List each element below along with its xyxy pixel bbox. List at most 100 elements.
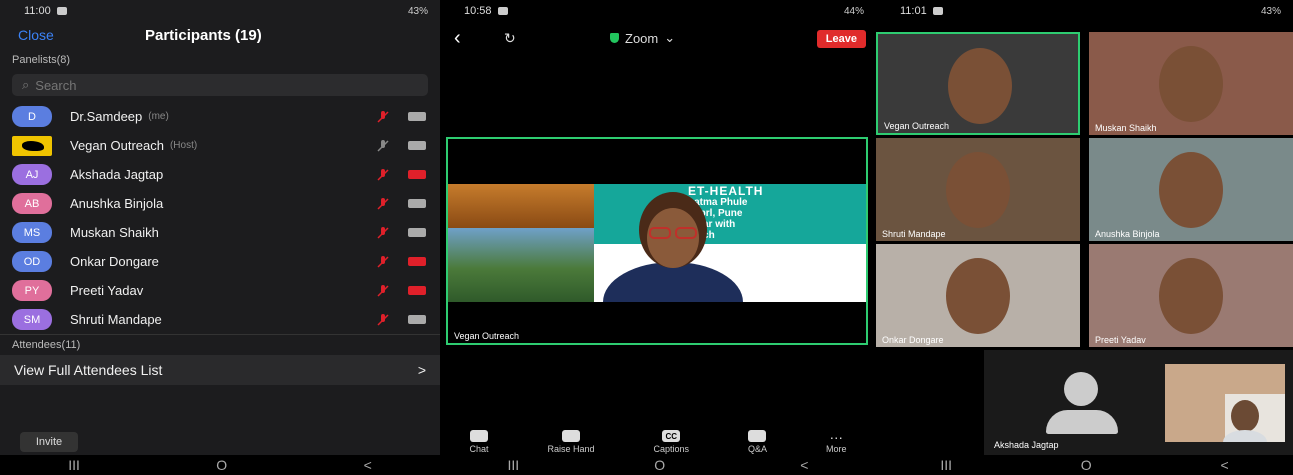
recent-apps-button[interactable]: III (940, 457, 952, 473)
toolbar-qa-button[interactable]: Q&A (748, 430, 767, 454)
home-button[interactable]: O (216, 457, 227, 473)
avatar: MS (12, 222, 52, 243)
recent-apps-button[interactable]: III (508, 457, 520, 473)
attendees-section-label: Attendees(11) (0, 334, 440, 355)
tile-name-tag: Vegan Outreach (884, 121, 949, 131)
shield-icon (610, 33, 619, 43)
avatar: SM (12, 309, 52, 330)
participant-role-tag: (Host) (169, 140, 198, 151)
battery-level: 44% (843, 5, 864, 17)
avatar: AB (12, 193, 52, 214)
panelists-section-label: Panelists(8) (12, 54, 71, 66)
notification-icon (56, 7, 67, 15)
avatar (12, 135, 52, 156)
view-full-attendees-button[interactable]: View Full Attendees List > (0, 355, 440, 385)
recent-apps-button[interactable]: III (68, 457, 80, 473)
participant-video-tile[interactable]: Anushka Binjola (1089, 138, 1293, 241)
meeting-screen: 10:58 44% ‹ ↻ Zoom ⌄ Leave ET-HEALTH hat… (440, 0, 876, 475)
toolbar-label: Captions (653, 444, 689, 454)
toolbar-chat-button[interactable]: Chat (469, 430, 489, 454)
self-camera-preview[interactable] (1165, 364, 1285, 442)
self-video-area: Akshada Jagtap (984, 350, 1293, 456)
notification-icon (497, 7, 508, 15)
switch-audio-icon[interactable]: ↻ (504, 30, 516, 47)
video-camera-icon (408, 257, 426, 266)
notification-icon (932, 7, 943, 15)
tile-name-tag: Muskan Shaikh (1095, 123, 1157, 133)
toolbar-more-button[interactable]: … More (825, 426, 847, 454)
battery-level: 43% (1260, 5, 1281, 17)
toolbar-raise-hand-button[interactable]: Raise Hand (547, 430, 595, 454)
avatar: D (12, 106, 52, 127)
participant-row[interactable]: OD Onkar Dongare (0, 247, 440, 276)
status-bar: 11:00 43% (0, 0, 440, 22)
raise-hand-icon (561, 430, 580, 442)
participants-header: Close Participants (19) (0, 22, 440, 48)
tile-name: Muskan Shaikh (1095, 123, 1157, 133)
participant-row[interactable]: MS Muskan Shaikh (0, 218, 440, 247)
microphone-muted-icon (377, 168, 389, 181)
video-camera-icon (408, 228, 426, 237)
microphone-muted-icon (377, 139, 389, 152)
participant-face (1159, 46, 1223, 122)
toolbar-captions-button[interactable]: CC Captions (653, 430, 689, 454)
presenter-video (603, 192, 743, 302)
page-title: Participants (19) (145, 26, 262, 44)
back-button[interactable]: < (800, 457, 808, 473)
participant-row[interactable]: AB Anushka Binjola (0, 189, 440, 218)
shared-screen: ET-HEALTH hatma Phule imprl, Pune binar … (446, 137, 868, 345)
participant-video-tile[interactable]: Muskan Shaikh (1089, 32, 1293, 135)
close-button[interactable]: Close (18, 27, 54, 43)
meeting-top-bar: ‹ ↻ Zoom ⌄ Leave (440, 22, 876, 54)
self-name-tag: Akshada Jagtap (994, 440, 1059, 450)
tile-name-tag: Onkar Dongare (882, 335, 944, 345)
microphone-muted-icon (377, 110, 389, 123)
meeting-toolbar: Chat Raise Hand CC Captions Q&A … More (440, 420, 876, 454)
search-input[interactable] (35, 77, 336, 93)
status-time: 11:01 (900, 5, 927, 17)
presentation-slide: ET-HEALTH hatma Phule imprl, Pune binar … (448, 184, 866, 302)
back-button[interactable]: < (1220, 457, 1228, 473)
participants-screen: 11:00 43% Close Participants (19) Paneli… (0, 0, 440, 475)
participant-row[interactable]: AJ Akshada Jagtap (0, 160, 440, 189)
tile-name-tag: Anushka Binjola (1095, 229, 1160, 239)
home-button[interactable]: O (1081, 457, 1092, 473)
participant-row[interactable]: D Dr.Samdeep (me) (0, 102, 440, 131)
participant-row[interactable]: Vegan Outreach (Host) (0, 131, 440, 160)
system-nav-bar: III O < (440, 455, 876, 475)
participant-name: Akshada Jagtap (70, 167, 164, 182)
captions-icon: CC (662, 430, 681, 442)
back-button[interactable]: < (364, 457, 372, 473)
tile-name-tag: Preeti Yadav (1095, 335, 1146, 345)
participant-row[interactable]: PY Preeti Yadav (0, 276, 440, 305)
home-button[interactable]: O (654, 457, 665, 473)
microphone-muted-icon (377, 226, 389, 239)
participant-face (948, 48, 1012, 124)
more-icon: … (829, 426, 844, 442)
participant-video-tile[interactable]: Preeti Yadav (1089, 244, 1293, 347)
participant-video-tile[interactable]: Shruti Mandape (876, 138, 1080, 241)
toolbar-label: More (825, 444, 847, 454)
participant-video-tile[interactable]: Vegan Outreach (876, 32, 1080, 135)
participant-video-tile[interactable]: Onkar Dongare (876, 244, 1080, 347)
back-arrow-icon[interactable]: ‹ (454, 27, 484, 50)
participant-row[interactable]: SM Shruti Mandape (0, 305, 440, 334)
status-bar: 11:01 43% (876, 0, 1293, 22)
toolbar-label: Raise Hand (547, 444, 595, 454)
slide-image-food (448, 184, 594, 228)
zoom-label: Zoom (625, 30, 659, 46)
participant-face (946, 152, 1010, 228)
invite-button[interactable]: Invite (20, 432, 78, 452)
search-box[interactable]: ⌕ (12, 74, 428, 96)
leave-button[interactable]: Leave (816, 30, 866, 48)
participant-name: Vegan Outreach (70, 138, 164, 153)
microphone-muted-icon (377, 284, 389, 297)
participant-face (946, 258, 1010, 334)
zoom-meeting-info[interactable]: Zoom ⌄ (610, 30, 675, 46)
toolbar-label: Chat (469, 444, 489, 454)
system-nav-bar: III O < (876, 455, 1293, 475)
chevron-down-icon: ⌄ (664, 30, 676, 45)
video-camera-icon (408, 286, 426, 295)
tile-name-tag: Shruti Mandape (882, 229, 946, 239)
system-nav-bar: III O < (0, 455, 440, 475)
